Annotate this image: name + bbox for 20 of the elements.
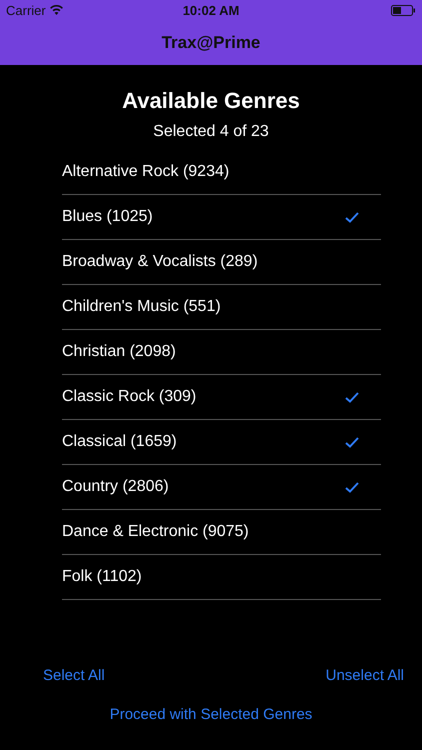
genre-row[interactable]: Classical (1659)	[62, 420, 381, 465]
nav-title: Trax@Prime	[162, 32, 260, 52]
genre-row[interactable]: Folk (1102)	[62, 555, 381, 600]
select-all-button[interactable]: Select All	[43, 665, 105, 686]
genre-row[interactable]: Dance & Electronic (9075)	[62, 510, 381, 555]
genre-row[interactable]: Classic Rock (309)	[62, 375, 381, 420]
page-title: Available Genres	[121, 87, 301, 115]
wifi-icon	[50, 5, 63, 15]
genre-row[interactable]: Children's Music (551)	[62, 285, 381, 330]
genre-row[interactable]: Country (2806)	[62, 465, 381, 510]
battery-icon	[391, 4, 416, 16]
selection-count: Selected 4 of 23	[152, 122, 270, 142]
genre-row[interactable]: Broadway & Vocalists (289)	[62, 240, 381, 285]
genre-row[interactable]: Christian (2098)	[62, 330, 381, 375]
status-time: 10:02 AM	[182, 2, 240, 18]
genre-row[interactable]: Alternative Rock (9234)	[62, 150, 381, 195]
proceed-button[interactable]: Proceed with Selected Genres	[110, 704, 312, 725]
carrier-name: Carrier	[6, 2, 46, 18]
genre-row[interactable]: Blues (1025)	[62, 195, 381, 240]
unselect-all-button[interactable]: Unselect All	[326, 665, 404, 686]
